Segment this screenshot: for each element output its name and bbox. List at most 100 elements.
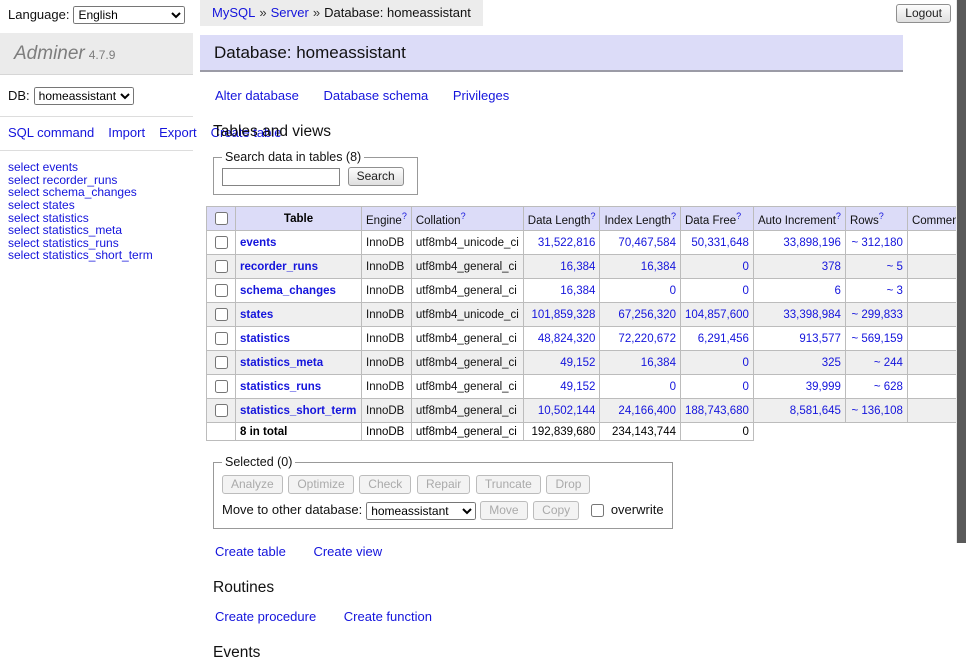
help-icon[interactable]: ? [879,211,884,221]
overwrite-label: overwrite [611,502,664,517]
auto-increment-cell-link[interactable]: 33,898,196 [783,237,841,249]
database-schema-link[interactable]: Database schema [323,88,428,103]
row-checkbox[interactable] [215,332,228,345]
optimize-button[interactable]: Optimize [288,475,353,494]
sidebar-links: SQL commandImportExportCreate table [0,117,193,151]
search-input[interactable] [222,168,340,186]
row-checkbox[interactable] [215,236,228,249]
create-table-link-main[interactable]: Create table [215,544,286,559]
vertical-scrollbar[interactable] [956,0,966,543]
language-select[interactable]: English [73,6,185,24]
table-name-link[interactable]: statistics_runs [240,381,321,393]
index-length-cell-link[interactable]: 16,384 [641,357,676,369]
index-length-cell-link[interactable]: 24,166,400 [618,405,676,417]
adminer-logo[interactable]: Adminer [14,43,85,64]
help-icon[interactable]: ? [590,211,595,221]
rows-cell-link[interactable]: ~ 5 [887,261,903,273]
row-checkbox[interactable] [215,308,228,321]
index-length-cell-link[interactable]: 72,220,672 [618,333,676,345]
check-button[interactable]: Check [359,475,411,494]
auto-increment-cell-link[interactable]: 6 [835,285,841,297]
help-icon[interactable]: ? [836,211,841,221]
rows-cell-link[interactable]: ~ 628 [874,381,903,393]
auto-increment-cell-link[interactable]: 325 [822,357,841,369]
data-length-cell-link[interactable]: 16,384 [560,261,595,273]
data-length-cell-link[interactable]: 10,502,144 [538,405,596,417]
index-length-cell-link[interactable]: 16,384 [641,261,676,273]
drop-button[interactable]: Drop [546,475,590,494]
move-row: Move to other database:homeassistantMove… [222,501,664,520]
data-free-cell-link[interactable]: 0 [743,261,749,273]
alter-database-link[interactable]: Alter database [215,88,299,103]
rows-cell-link[interactable]: ~ 569,159 [851,333,902,345]
rows-cell-link[interactable]: ~ 312,180 [851,237,902,249]
engine-cell: InnoDB [362,279,412,303]
move-database-select[interactable]: homeassistant [366,502,476,520]
data-free-cell-link[interactable]: 0 [743,381,749,393]
data-length-cell-link[interactable]: 49,152 [560,381,595,393]
rows-cell-link[interactable]: ~ 299,833 [851,309,902,321]
table-name-link[interactable]: events [240,237,276,249]
auto-increment-cell-link[interactable]: 913,577 [799,333,841,345]
rows-cell-link[interactable]: ~ 244 [874,357,903,369]
create-procedure-link[interactable]: Create procedure [215,609,316,624]
index-length-cell-link[interactable]: 0 [670,381,676,393]
data-free-cell-link[interactable]: 50,331,648 [691,237,749,249]
privileges-link[interactable]: Privileges [453,88,509,103]
db-select[interactable]: homeassistant [34,87,134,105]
row-checkbox[interactable] [215,284,228,297]
help-icon[interactable]: ? [461,211,466,221]
table-name-link[interactable]: schema_changes [240,285,336,297]
table-name-link[interactable]: statistics [240,333,290,345]
help-icon[interactable]: ? [671,211,676,221]
data-length-cell-link[interactable]: 101,859,328 [532,309,596,321]
data-free-cell-link[interactable]: 188,743,680 [685,405,749,417]
table-name-link[interactable]: statistics_short_term [240,405,356,417]
analyze-button[interactable]: Analyze [222,475,283,494]
sidebar-item-select-statistics-short-term[interactable]: select statistics_short_term [8,249,185,262]
data-free-cell-link[interactable]: 0 [743,285,749,297]
data-free-cell-link[interactable]: 6,291,456 [698,333,749,345]
overwrite-checkbox[interactable] [591,504,604,517]
auto-increment-cell-link[interactable]: 378 [822,261,841,273]
row-checkbox[interactable] [215,356,228,369]
data-length-cell-link[interactable]: 49,152 [560,357,595,369]
export-link[interactable]: Export [159,125,197,140]
row-checkbox[interactable] [215,380,228,393]
auto-increment-cell-link[interactable]: 8,581,645 [790,405,841,417]
row-checkbox[interactable] [215,260,228,273]
data-length-cell-link[interactable]: 48,824,320 [538,333,596,345]
create-function-link[interactable]: Create function [344,609,432,624]
sidebar-item-select-states[interactable]: select states [8,199,185,212]
table-row: statesInnoDButf8mb4_unicode_ci101,859,32… [207,303,966,327]
table-name-link[interactable]: states [240,309,273,321]
sql-command-link[interactable]: SQL command [8,125,94,140]
search-button[interactable]: Search [348,167,404,186]
sidebar-item-select-events[interactable]: select events [8,161,185,174]
index-length-cell-link[interactable]: 0 [670,285,676,297]
table-name-link[interactable]: statistics_meta [240,357,323,369]
create-view-link[interactable]: Create view [313,544,382,559]
data-length-cell-link[interactable]: 16,384 [560,285,595,297]
select-all-checkbox[interactable] [215,212,228,225]
rows-cell-link[interactable]: ~ 3 [887,285,903,297]
copy-button[interactable]: Copy [533,501,579,520]
repair-button[interactable]: Repair [417,475,470,494]
engine-cell: InnoDB [362,303,412,327]
truncate-button[interactable]: Truncate [476,475,541,494]
auto-increment-cell-link[interactable]: 39,999 [806,381,841,393]
auto-increment-cell-link[interactable]: 33,398,984 [783,309,841,321]
help-icon[interactable]: ? [402,211,407,221]
row-checkbox[interactable] [215,404,228,417]
sidebar-item-select-statistics-meta[interactable]: select statistics_meta [8,224,185,237]
data-free-cell-link[interactable]: 104,857,600 [685,309,749,321]
help-icon[interactable]: ? [736,211,741,221]
import-link[interactable]: Import [108,125,145,140]
move-button[interactable]: Move [480,501,527,520]
rows-cell-link[interactable]: ~ 136,108 [851,405,902,417]
index-length-cell-link[interactable]: 70,467,584 [618,237,676,249]
data-length-cell-link[interactable]: 31,522,816 [538,237,596,249]
data-free-cell-link[interactable]: 0 [743,357,749,369]
table-name-link[interactable]: recorder_runs [240,261,318,273]
index-length-cell-link[interactable]: 67,256,320 [618,309,676,321]
